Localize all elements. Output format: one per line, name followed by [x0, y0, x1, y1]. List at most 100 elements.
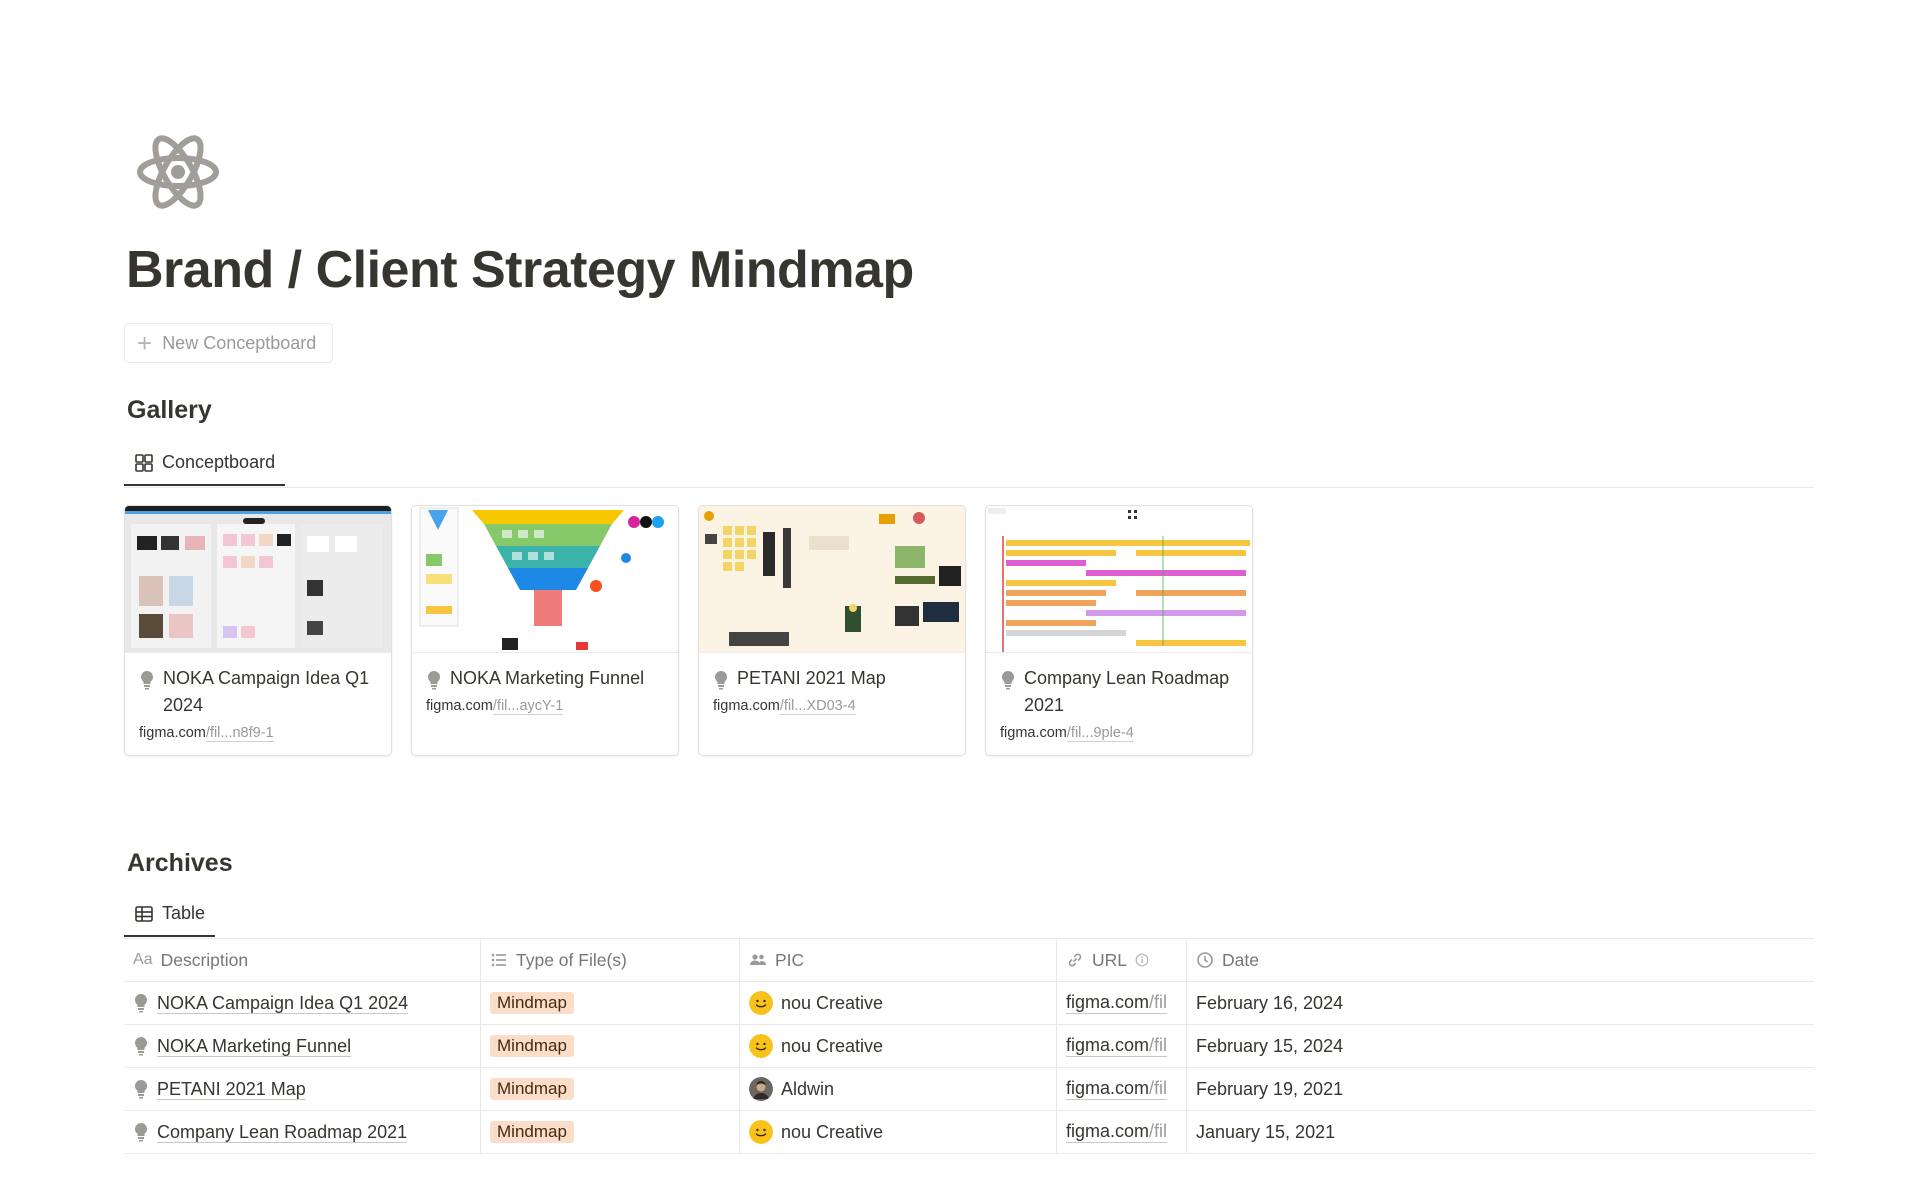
atom-icon[interactable] [134, 128, 222, 216]
card-cover-image [986, 506, 1252, 653]
row-title[interactable]: NOKA Marketing Funnel [157, 1036, 352, 1057]
lightbulb-icon [134, 1079, 148, 1099]
tab-table[interactable]: Table [124, 892, 216, 937]
table-icon [135, 905, 153, 922]
card-title: NOKA Campaign Idea Q1 2024 [163, 668, 370, 715]
pic-cell[interactable]: nou Creative [740, 1111, 1057, 1153]
pic-cell[interactable]: nou Creative [740, 982, 1057, 1024]
smiley-avatar [749, 991, 773, 1015]
lightbulb-icon [427, 670, 441, 690]
text-property-icon: Aa [133, 951, 153, 968]
type-cell[interactable]: Mindmap [481, 1111, 740, 1153]
pic-cell[interactable]: Aldwin [740, 1068, 1057, 1110]
column-header-description[interactable]: Aa Description [124, 939, 481, 981]
card-url[interactable]: figma.com/fil...9ple-4 [1000, 725, 1238, 742]
gallery-card[interactable]: PETANI 2021 Map figma.com/fil...XD03-4 [698, 505, 966, 756]
card-cover-image [699, 506, 965, 653]
url-cell[interactable]: figma.com/fil [1057, 1025, 1187, 1067]
clock-icon [1197, 952, 1213, 968]
url-path: /fil [1149, 1078, 1168, 1098]
table-row[interactable]: Company Lean Roadmap 2021 Mindmap nou Cr… [124, 1111, 1814, 1154]
type-cell[interactable]: Mindmap [481, 1025, 740, 1067]
pic-name: nou Creative [781, 992, 884, 1013]
description-cell[interactable]: NOKA Marketing Funnel [124, 1025, 481, 1067]
url-path: /fil [1149, 1121, 1168, 1141]
card-url[interactable]: figma.com/fil...aycY-1 [426, 698, 664, 715]
url-domain: figma.com [1066, 1078, 1150, 1098]
card-url-domain: figma.com [139, 725, 206, 741]
lightbulb-icon [134, 1122, 148, 1142]
gallery-view-tabs: Conceptboard [124, 441, 1814, 488]
date-value: January 15, 2021 [1196, 1121, 1336, 1142]
gallery-card[interactable]: NOKA Campaign Idea Q1 2024 figma.com/fil… [124, 505, 392, 756]
date-cell[interactable]: February 19, 2021 [1187, 1068, 1814, 1110]
date-value: February 16, 2024 [1196, 992, 1344, 1013]
url-cell[interactable]: figma.com/fil [1057, 1068, 1187, 1110]
column-header-date[interactable]: Date [1187, 939, 1814, 981]
description-cell[interactable]: Company Lean Roadmap 2021 [124, 1111, 481, 1153]
date-value: February 15, 2024 [1196, 1035, 1344, 1056]
gallery-grid-icon [135, 453, 153, 472]
lightbulb-icon [140, 670, 154, 690]
table-header-row: Aa Description Type of File(s) PIC URL D… [124, 938, 1814, 982]
smiley-avatar [749, 1120, 773, 1144]
new-conceptboard-button[interactable]: + New Conceptboard [124, 323, 334, 363]
date-cell[interactable]: February 15, 2024 [1187, 1025, 1814, 1067]
archives-table: Aa Description Type of File(s) PIC URL D… [124, 938, 1814, 1154]
gallery-card[interactable]: NOKA Marketing Funnel figma.com/fil...ay… [411, 505, 679, 756]
card-title: NOKA Marketing Funnel [450, 668, 645, 688]
tab-conceptboard-label: Conceptboard [162, 452, 276, 472]
gallery-card[interactable]: Company Lean Roadmap 2021 figma.com/fil.… [985, 505, 1253, 756]
info-icon[interactable] [1135, 953, 1149, 967]
list-icon [491, 953, 506, 967]
description-cell[interactable]: NOKA Campaign Idea Q1 2024 [124, 982, 481, 1024]
tab-conceptboard[interactable]: Conceptboard [124, 441, 286, 486]
column-label: Type of File(s) [516, 949, 627, 970]
photo-avatar [749, 1077, 773, 1101]
row-title[interactable]: NOKA Campaign Idea Q1 2024 [157, 993, 409, 1014]
column-header-url[interactable]: URL [1057, 939, 1187, 981]
card-url[interactable]: figma.com/fil...n8f9-1 [139, 725, 377, 742]
table-row[interactable]: PETANI 2021 Map Mindmap Aldwin figma.com… [124, 1068, 1814, 1111]
pic-name: nou Creative [781, 1121, 884, 1142]
new-conceptboard-label: New Conceptboard [162, 332, 317, 353]
column-header-pic[interactable]: PIC [740, 939, 1057, 981]
row-title[interactable]: PETANI 2021 Map [157, 1079, 306, 1100]
card-title: PETANI 2021 Map [737, 668, 886, 688]
date-cell[interactable]: January 15, 2021 [1187, 1111, 1814, 1153]
url-domain: figma.com [1066, 1035, 1150, 1055]
description-cell[interactable]: PETANI 2021 Map [124, 1068, 481, 1110]
card-url-path: /fil...XD03-4 [779, 698, 856, 715]
card-url-path: /fil...n8f9-1 [205, 725, 274, 742]
url-cell[interactable]: figma.com/fil [1057, 1111, 1187, 1153]
table-row[interactable]: NOKA Marketing Funnel Mindmap nou Creati… [124, 1025, 1814, 1068]
gallery-title: Gallery [127, 396, 212, 424]
smiley-avatar [749, 1034, 773, 1058]
pic-cell[interactable]: nou Creative [740, 1025, 1057, 1067]
column-label: PIC [775, 949, 805, 970]
page-title: Brand / Client Strategy Mindmap [126, 241, 914, 299]
card-cover-image [412, 506, 678, 653]
url-cell[interactable]: figma.com/fil [1057, 982, 1187, 1024]
column-label: Date [1222, 949, 1259, 970]
card-url[interactable]: figma.com/fil...XD03-4 [713, 698, 951, 715]
row-title[interactable]: Company Lean Roadmap 2021 [157, 1122, 408, 1143]
table-row[interactable]: NOKA Campaign Idea Q1 2024 Mindmap nou C… [124, 982, 1814, 1025]
archives-title: Archives [127, 849, 233, 877]
pic-name: nou Creative [781, 1035, 884, 1056]
lightbulb-icon [134, 993, 148, 1013]
column-header-type[interactable]: Type of File(s) [481, 939, 740, 981]
card-url-path: /fil...9ple-4 [1066, 725, 1134, 742]
type-tag: Mindmap [490, 1121, 574, 1143]
tab-table-label: Table [162, 903, 206, 923]
type-tag: Mindmap [490, 992, 574, 1014]
type-cell[interactable]: Mindmap [481, 1068, 740, 1110]
type-cell[interactable]: Mindmap [481, 982, 740, 1024]
card-title: Company Lean Roadmap 2021 [1024, 668, 1230, 715]
url-domain: figma.com [1066, 992, 1150, 1012]
date-cell[interactable]: February 16, 2024 [1187, 982, 1814, 1024]
url-domain: figma.com [1066, 1121, 1150, 1141]
pic-name: Aldwin [781, 1078, 835, 1099]
card-url-path: /fil...aycY-1 [492, 698, 564, 715]
card-cover-image [125, 506, 391, 653]
